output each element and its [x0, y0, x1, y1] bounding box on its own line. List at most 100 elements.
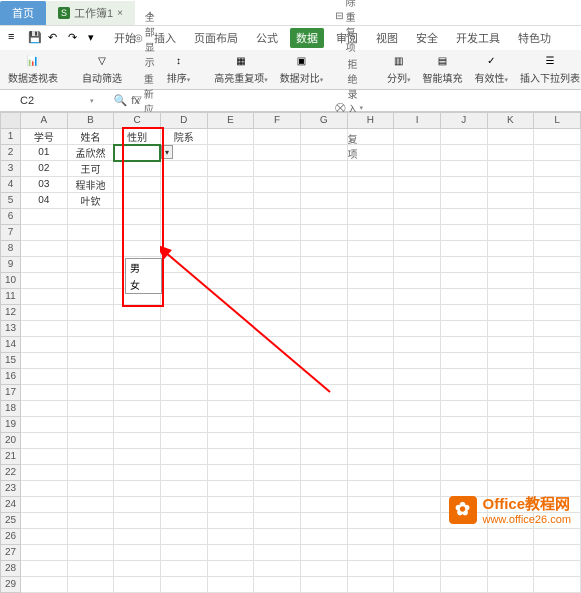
cell[interactable]: [207, 177, 254, 193]
cell[interactable]: [534, 241, 581, 257]
cell[interactable]: [487, 177, 534, 193]
cell[interactable]: [534, 193, 581, 209]
cell[interactable]: [114, 305, 161, 321]
cell[interactable]: [300, 497, 347, 513]
cell[interactable]: [21, 401, 68, 417]
cell[interactable]: [487, 561, 534, 577]
cell[interactable]: [534, 209, 581, 225]
cell[interactable]: [394, 369, 441, 385]
cell[interactable]: [254, 161, 301, 177]
cell[interactable]: [394, 257, 441, 273]
col-header[interactable]: J: [440, 113, 487, 129]
cell[interactable]: [254, 225, 301, 241]
cell[interactable]: [207, 241, 254, 257]
cell[interactable]: [254, 433, 301, 449]
col-header[interactable]: K: [487, 113, 534, 129]
cell[interactable]: [300, 369, 347, 385]
cell[interactable]: [487, 145, 534, 161]
cell[interactable]: [440, 433, 487, 449]
cell[interactable]: [160, 545, 207, 561]
cell[interactable]: [160, 577, 207, 593]
cell[interactable]: [394, 305, 441, 321]
cell[interactable]: [347, 433, 394, 449]
cell[interactable]: 叶钦: [67, 193, 114, 209]
cell[interactable]: 程非池: [67, 177, 114, 193]
cell[interactable]: [67, 273, 114, 289]
cell[interactable]: [534, 145, 581, 161]
col-header[interactable]: B: [67, 113, 114, 129]
cell[interactable]: [67, 257, 114, 273]
cell[interactable]: [21, 273, 68, 289]
cell[interactable]: 院系: [160, 129, 207, 145]
cell[interactable]: [254, 385, 301, 401]
cell[interactable]: [534, 385, 581, 401]
cell[interactable]: [254, 209, 301, 225]
cell[interactable]: [207, 129, 254, 145]
cell[interactable]: [347, 561, 394, 577]
cell[interactable]: [160, 193, 207, 209]
dropdown-option[interactable]: 女: [126, 276, 161, 293]
cell[interactable]: [21, 545, 68, 561]
cell[interactable]: [534, 529, 581, 545]
cell[interactable]: [394, 337, 441, 353]
row-header[interactable]: 1: [1, 129, 21, 145]
row-header[interactable]: 8: [1, 241, 21, 257]
cell[interactable]: [394, 577, 441, 593]
cell[interactable]: [347, 289, 394, 305]
cell[interactable]: [254, 305, 301, 321]
cell[interactable]: [300, 193, 347, 209]
fx-label[interactable]: fx: [131, 95, 140, 107]
cell[interactable]: [487, 209, 534, 225]
row-header[interactable]: 27: [1, 545, 21, 561]
cell[interactable]: [440, 241, 487, 257]
cell[interactable]: [67, 497, 114, 513]
cell[interactable]: [160, 433, 207, 449]
cell[interactable]: [300, 385, 347, 401]
cell[interactable]: [114, 369, 161, 385]
cell[interactable]: [487, 465, 534, 481]
highlight-button[interactable]: ▦ 高亮重复项▾: [214, 54, 268, 85]
cell[interactable]: [67, 225, 114, 241]
autofilter-button[interactable]: ▽ 自动筛选: [82, 54, 122, 85]
cell[interactable]: 孟欣然: [67, 145, 114, 161]
cell[interactable]: [487, 225, 534, 241]
col-header[interactable]: C: [114, 113, 161, 129]
cell[interactable]: [114, 337, 161, 353]
cell[interactable]: [160, 529, 207, 545]
tab-file[interactable]: S 工作簿1 ×: [46, 1, 135, 25]
cell[interactable]: [207, 497, 254, 513]
cell[interactable]: [440, 353, 487, 369]
cell[interactable]: [534, 417, 581, 433]
cell[interactable]: [394, 513, 441, 529]
col-header[interactable]: A: [21, 113, 68, 129]
cell[interactable]: [347, 241, 394, 257]
cell[interactable]: [160, 161, 207, 177]
cell[interactable]: [207, 369, 254, 385]
cell[interactable]: [300, 161, 347, 177]
cell[interactable]: [300, 305, 347, 321]
compare-button[interactable]: ▣ 数据对比▾: [280, 54, 324, 85]
cell[interactable]: [487, 385, 534, 401]
cell[interactable]: 姓名: [67, 129, 114, 145]
cell[interactable]: 02: [21, 161, 68, 177]
row-header[interactable]: 14: [1, 337, 21, 353]
cell[interactable]: [347, 529, 394, 545]
smart-button[interactable]: ▤ 智能填充: [423, 54, 463, 85]
cell[interactable]: [254, 529, 301, 545]
row-header[interactable]: 25: [1, 513, 21, 529]
row-header[interactable]: 18: [1, 401, 21, 417]
cell[interactable]: [207, 161, 254, 177]
cell[interactable]: [534, 305, 581, 321]
cell[interactable]: [300, 209, 347, 225]
cell[interactable]: [300, 129, 347, 145]
cell[interactable]: [114, 241, 161, 257]
cell[interactable]: [254, 577, 301, 593]
cell[interactable]: [440, 161, 487, 177]
cell[interactable]: [207, 545, 254, 561]
menu-dev[interactable]: 开发工具: [450, 28, 506, 48]
insert-dropdown-button[interactable]: ☰ 插入下拉列表: [520, 54, 580, 85]
cell[interactable]: [394, 545, 441, 561]
cell[interactable]: [534, 161, 581, 177]
col-header[interactable]: I: [394, 113, 441, 129]
cell[interactable]: [160, 481, 207, 497]
